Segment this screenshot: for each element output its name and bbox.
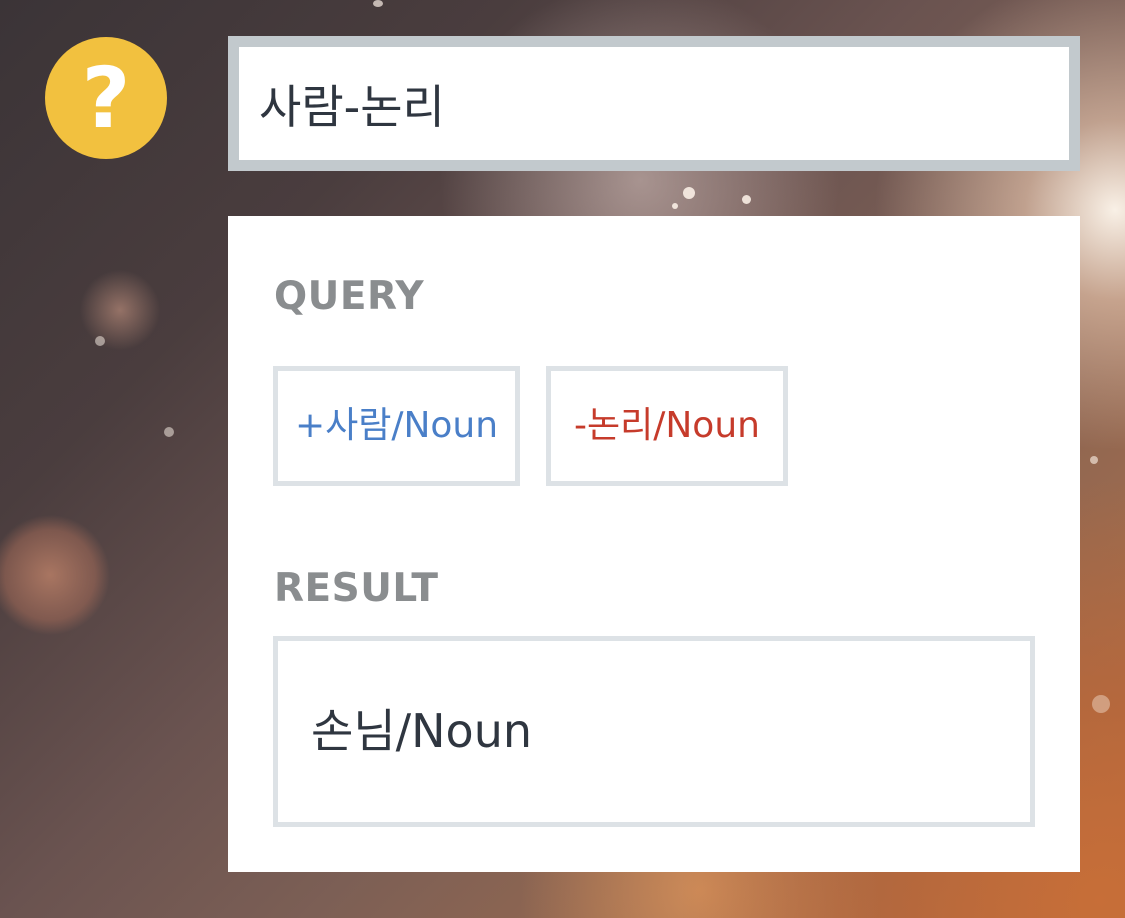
results-panel: QUERY +사람/Noun -논리/Noun RESULT 손님/Noun	[228, 216, 1080, 872]
background-spark	[95, 336, 105, 346]
search-input[interactable]	[239, 47, 1069, 160]
app-background: { "search": { "value": "사람-논리" }, "help"…	[0, 0, 1125, 918]
result-section-label: RESULT	[274, 566, 439, 611]
background-spark	[1092, 695, 1110, 713]
help-question-icon[interactable]: ?	[45, 37, 167, 159]
background-spark	[1090, 456, 1098, 464]
query-token-negative[interactable]: -논리/Noun	[546, 366, 788, 486]
background-spark	[373, 0, 383, 7]
background-spark	[672, 203, 678, 209]
background-spark	[683, 187, 695, 199]
result-value: 손님/Noun	[311, 704, 533, 758]
result-box: 손님/Noun	[273, 636, 1035, 827]
background-spark	[164, 427, 174, 437]
background-spark	[742, 195, 751, 204]
search-box	[228, 36, 1080, 171]
query-token-positive[interactable]: +사람/Noun	[273, 366, 520, 486]
question-mark-glyph: ?	[81, 49, 131, 147]
query-section-label: QUERY	[274, 274, 425, 319]
